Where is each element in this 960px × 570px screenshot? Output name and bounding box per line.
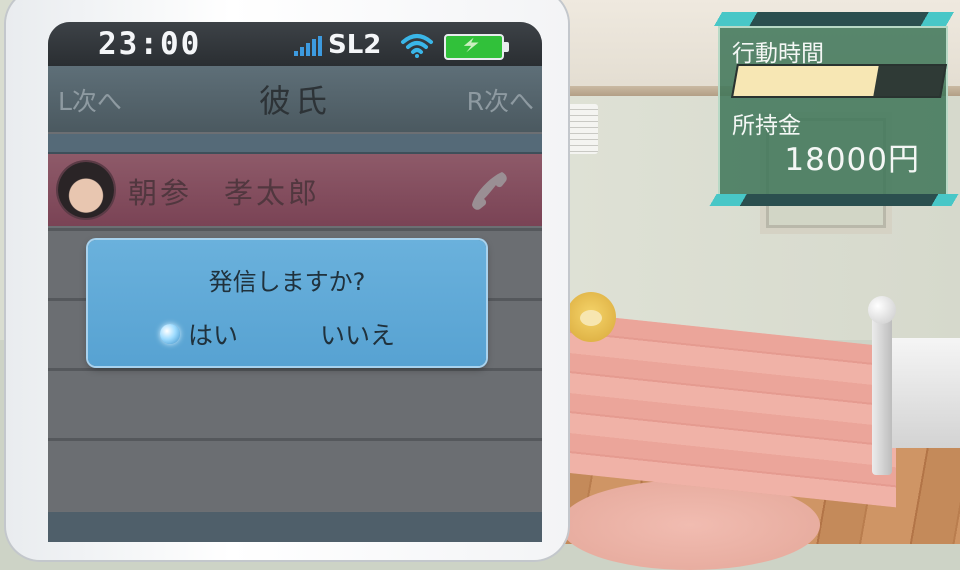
carrier-label: SL2 (328, 30, 382, 60)
bed-post-knob (868, 296, 896, 324)
hud-top-stripe (703, 12, 960, 26)
phone-handset-icon[interactable] (468, 168, 512, 212)
action-time-bar-fill (733, 66, 879, 96)
call-confirm-dialog: 発信しますか? はい いいえ (88, 240, 486, 366)
bed-footboard (892, 338, 960, 448)
status-bar: 23:00 SL2 (48, 22, 542, 66)
list-header-divider (48, 134, 542, 154)
plush-toy (566, 292, 616, 342)
yes-label: はい (188, 321, 239, 350)
action-time-label: 行動時間 (732, 41, 824, 67)
action-time-bar (731, 64, 947, 98)
list-item[interactable] (48, 438, 542, 511)
list-item[interactable] (48, 368, 542, 441)
bed-post (872, 305, 892, 475)
hud-bottom-stripe (704, 194, 960, 206)
signal-bars-icon (294, 36, 322, 56)
contacts-nav-bar: L次へ 彼氏 R次へ (48, 66, 542, 132)
status-clock: 23:00 (98, 26, 202, 62)
avatar-icon (58, 162, 114, 218)
battery-full-icon (444, 34, 509, 60)
wifi-icon (401, 34, 433, 58)
contact-name: 朝参 孝太郎 (128, 176, 321, 210)
list-footer-bar (48, 512, 542, 542)
dialog-question: 発信しますか? (208, 268, 366, 296)
yes-option[interactable]: はい (160, 316, 238, 352)
no-option[interactable]: いいえ (320, 316, 395, 352)
selection-cursor-icon (160, 324, 180, 344)
next-group-button[interactable]: R次へ (467, 82, 534, 118)
money-value: 18000円 (784, 142, 920, 178)
contact-row-selected[interactable]: 朝参 孝太郎 (48, 154, 542, 226)
